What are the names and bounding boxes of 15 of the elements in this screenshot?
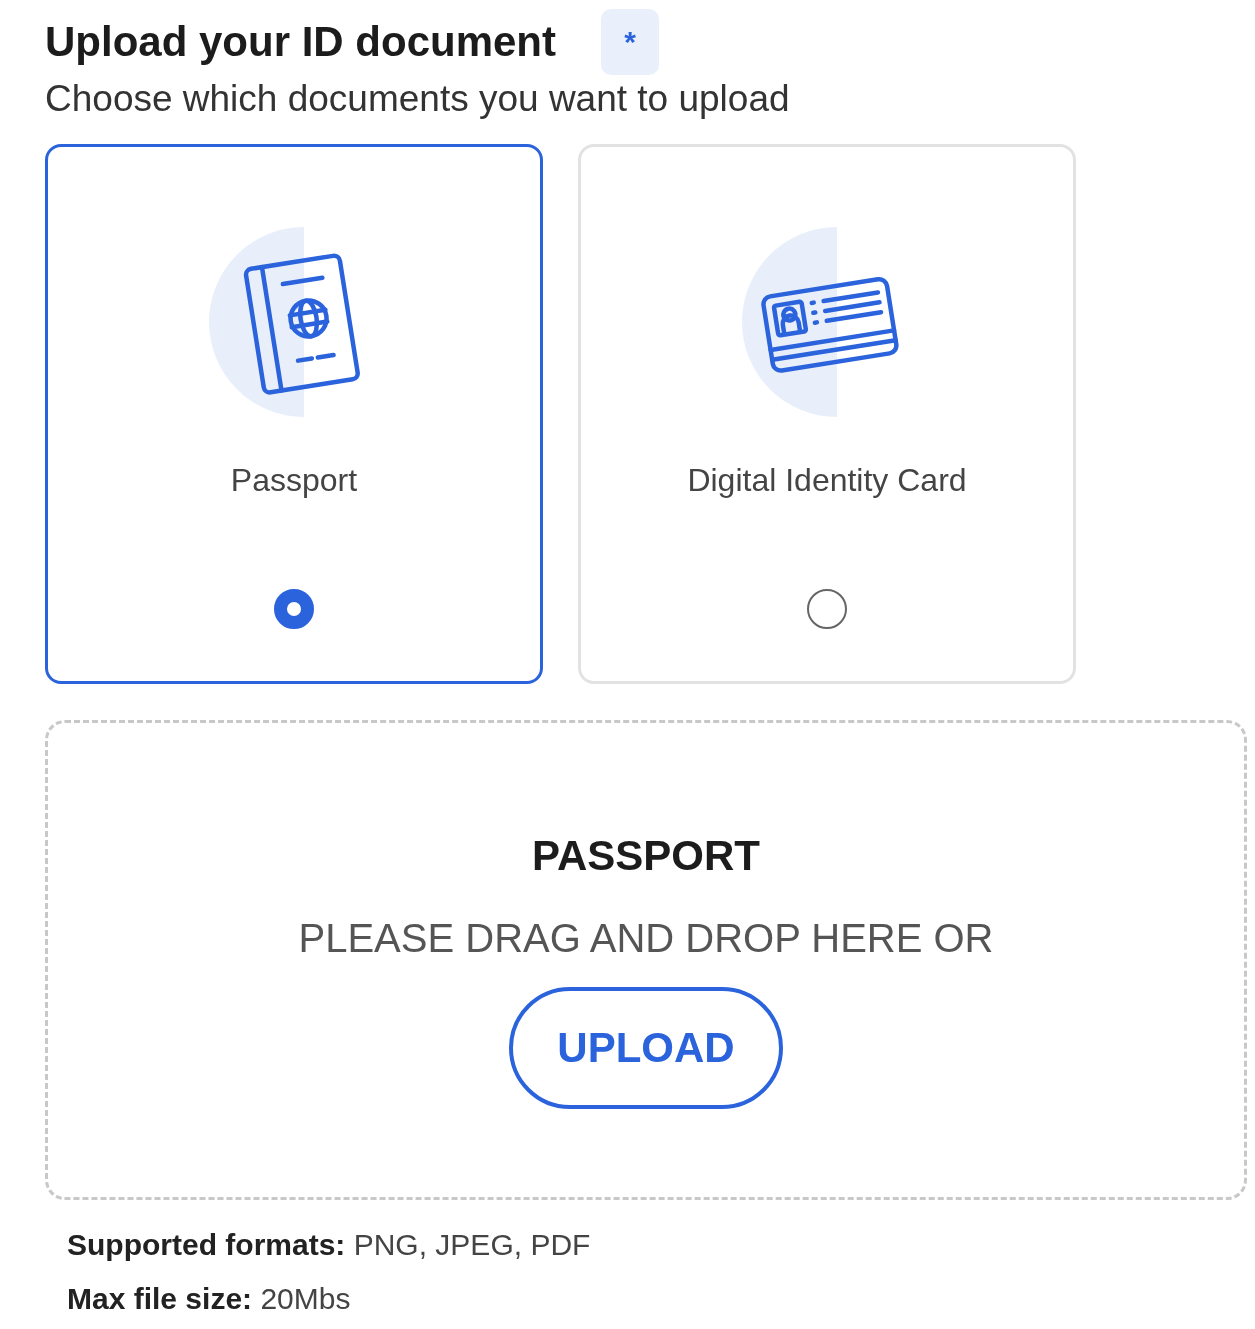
drop-zone[interactable]: PASSPORT PLEASE DRAG AND DROP HERE OR UPLOAD xyxy=(45,720,1247,1200)
required-badge: * xyxy=(601,9,659,75)
file-requirement-text: Supported formats: PNG, JPEG, PDF xyxy=(67,1228,591,1262)
page-subtitle: Choose which documents you want to upload xyxy=(45,78,791,120)
radio-button[interactable] xyxy=(807,589,847,629)
document-option-card[interactable]: Digital Identity Card xyxy=(578,144,1076,684)
option-label: Passport xyxy=(230,462,358,499)
document-option-card[interactable]: Passport xyxy=(45,144,543,684)
drop-instruction: PLEASE DRAG AND DROP HERE OR xyxy=(298,915,994,961)
file-requirement-text: Max file size: 20Mbs xyxy=(67,1282,351,1316)
upload-button[interactable]: UPLOAD xyxy=(509,986,783,1109)
radio-button[interactable] xyxy=(274,589,314,629)
drop-zone-title: PASSPORT xyxy=(532,831,760,880)
page-title: Upload your ID document xyxy=(45,18,556,66)
option-label: Digital Identity Card xyxy=(687,462,967,499)
